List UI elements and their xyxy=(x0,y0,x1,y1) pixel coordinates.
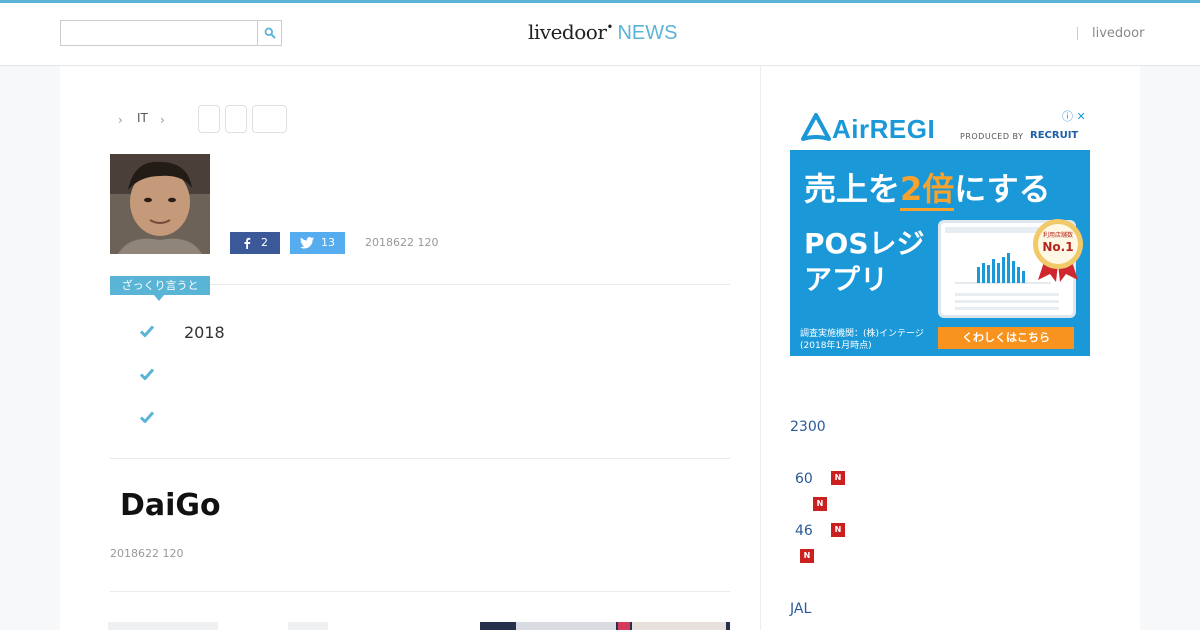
sidebar-item[interactable]: JAL xyxy=(790,601,811,617)
ad-survey-note: 調査実施機関：(株)インテージ (2018年1月時点) xyxy=(800,328,924,352)
article-date-bottom: 2018622 120 xyxy=(110,547,184,560)
breadcrumb-category[interactable]: IT xyxy=(137,111,148,125)
breadcrumb-tag[interactable] xyxy=(225,105,247,133)
twitter-icon xyxy=(300,237,314,249)
facebook-icon xyxy=(244,237,251,249)
ad-medal-main: No.1 xyxy=(1042,240,1073,254)
summary-label-arrow xyxy=(154,295,164,301)
logo-livedoor: livedoor xyxy=(528,20,607,44)
airregi-ad[interactable]: AirREGI PRODUCED BY RECRUIT ⓘ ✕ 売上を2倍にする… xyxy=(790,106,1090,356)
twitter-share-button[interactable]: 13 xyxy=(290,232,345,254)
divider xyxy=(110,458,730,459)
check-icon xyxy=(140,325,154,337)
sidebar-item[interactable]: 2300 xyxy=(790,419,826,435)
ad-medal-top: 利用店舗数 xyxy=(1043,231,1073,239)
breadcrumb-tag[interactable] xyxy=(198,105,220,133)
facebook-count: 2 xyxy=(261,236,268,249)
ad-headline-post: にする xyxy=(954,170,1051,208)
ad-header: AirREGI PRODUCED BY RECRUIT ⓘ ✕ xyxy=(790,106,1090,150)
site-header: livedoor• NEWS livedoor xyxy=(0,3,1200,66)
summary-label: ざっくり言うと xyxy=(110,276,210,295)
ad-sub1: POSレジ xyxy=(804,227,925,260)
sidebar-item[interactable]: 46 xyxy=(795,523,813,539)
site-logo[interactable]: livedoor• NEWS xyxy=(528,20,677,48)
header-divider xyxy=(1077,27,1078,40)
article-headline: DaiGo xyxy=(120,488,221,523)
summary-item: 2018 xyxy=(184,323,225,342)
logo-dot: • xyxy=(606,20,614,34)
search-icon xyxy=(264,27,276,39)
ad-recruit: RECRUIT xyxy=(1030,130,1079,141)
divider xyxy=(110,591,730,592)
ad-survey-line2: (2018年1月時点) xyxy=(800,341,872,351)
ad-headline-pre: 売上を xyxy=(804,170,901,208)
breadcrumb-tag[interactable] xyxy=(252,105,287,133)
facebook-share-button[interactable]: 2 xyxy=(230,232,280,254)
ad-choices-icon[interactable]: ⓘ ✕ xyxy=(1062,108,1086,124)
article-photo[interactable] xyxy=(110,154,210,254)
chevron-right-icon: › xyxy=(160,113,165,127)
column-divider xyxy=(760,66,761,630)
new-badge: N xyxy=(831,523,845,537)
search-button[interactable] xyxy=(257,21,281,45)
logo-news: NEWS xyxy=(617,22,678,44)
ad-sub2: アプリ xyxy=(804,263,889,296)
ad-survey-line1: 調査実施機関：(株)インテージ xyxy=(800,329,924,339)
livedoor-link[interactable]: livedoor xyxy=(1092,26,1144,41)
related-article-meta xyxy=(288,622,328,630)
ad-cta-button[interactable]: くわしくはこちら xyxy=(938,327,1074,349)
new-badge: N xyxy=(831,471,845,485)
search-box xyxy=(60,20,282,46)
new-badge: N xyxy=(813,497,827,511)
chevron-right-icon: › xyxy=(118,113,123,127)
no1-medal-icon: 利用店舗数 No.1 xyxy=(1033,219,1083,282)
ad-headline-accent: 2倍 xyxy=(900,170,955,211)
airregi-logo-icon xyxy=(801,113,831,141)
search-input[interactable] xyxy=(61,21,257,45)
new-badge: N xyxy=(800,549,814,563)
ad-brand: AirREGI xyxy=(832,114,936,144)
ad-headline: 売上を2倍にする xyxy=(804,164,1051,211)
check-icon xyxy=(140,368,154,380)
sidebar-item[interactable]: 60 xyxy=(795,471,813,487)
check-icon xyxy=(140,411,154,423)
ad-produced-by: PRODUCED BY xyxy=(960,132,1024,141)
related-article-text[interactable] xyxy=(108,622,218,630)
twitter-count: 13 xyxy=(321,236,335,249)
article-date: 2018622 120 xyxy=(365,236,439,249)
related-article-thumbnail[interactable] xyxy=(480,622,730,630)
